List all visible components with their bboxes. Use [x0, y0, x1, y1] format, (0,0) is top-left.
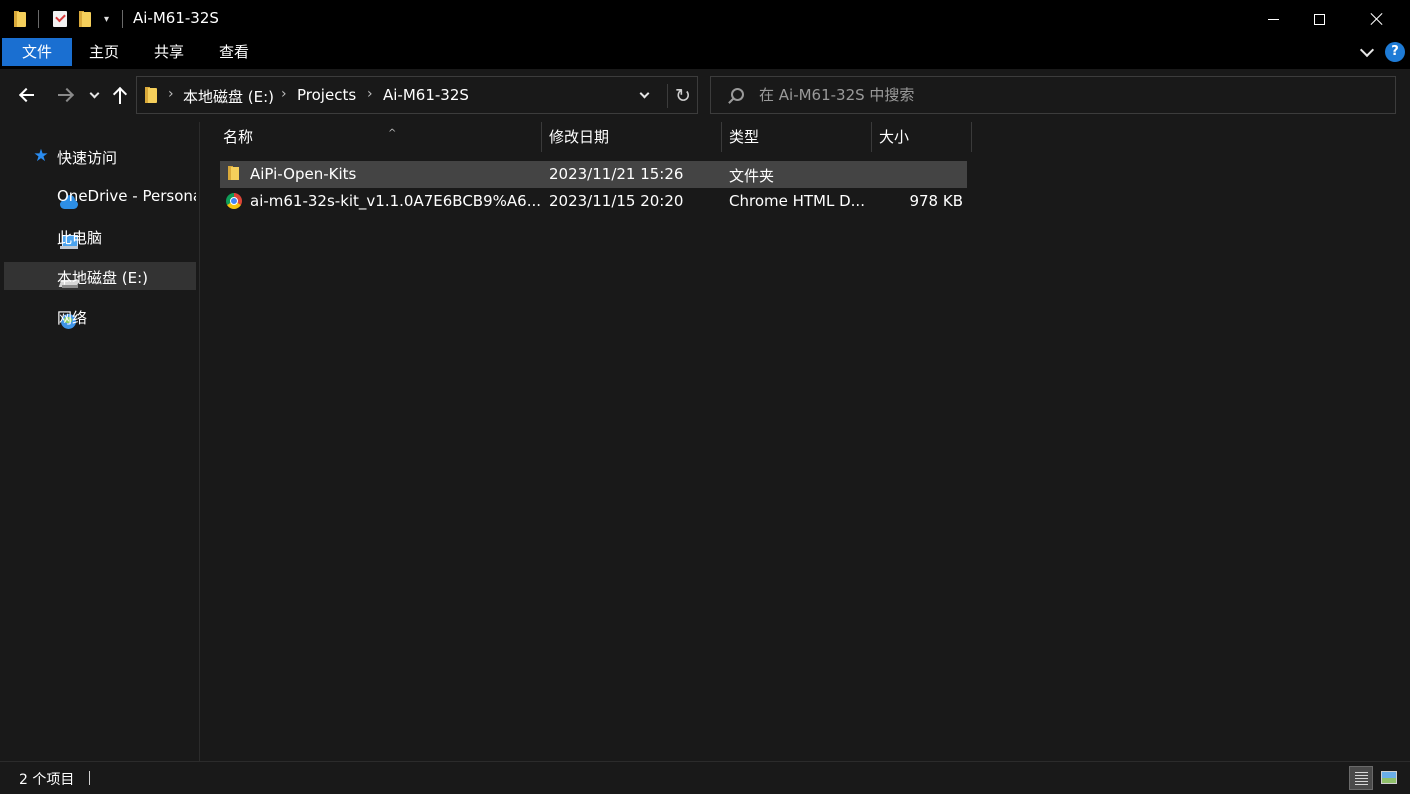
- close-button[interactable]: [1354, 0, 1400, 38]
- chevron-down-icon: [89, 88, 99, 98]
- file-name: ai-m61-32s-kit_v1.1.0A7E6BCB9%A6...: [250, 192, 541, 210]
- up-arrow-icon: [113, 86, 127, 104]
- sidebar-item-label: 快速访问: [57, 149, 118, 167]
- quick-access-dropdown-icon[interactable]: ▾: [104, 8, 109, 30]
- large-icons-view-icon: [1381, 771, 1397, 784]
- column-header-size[interactable]: 大小: [872, 122, 971, 152]
- breadcrumb-projects[interactable]: Projects: [297, 86, 356, 104]
- column-header-modified[interactable]: 修改日期: [542, 122, 721, 152]
- minimize-button[interactable]: [1250, 0, 1296, 38]
- maximize-icon: [1313, 13, 1325, 25]
- sidebar-item-local-disk-e[interactable]: 本地磁盘 (E:): [4, 262, 196, 290]
- breadcrumb-drive[interactable]: 本地磁盘 (E:): [183, 86, 274, 107]
- column-header-name[interactable]: 名称 ^: [216, 122, 541, 152]
- sidebar-item-label: 本地磁盘 (E:): [57, 269, 149, 287]
- sort-ascending-icon: ^: [388, 128, 397, 139]
- properties-icon[interactable]: [53, 8, 67, 30]
- column-header-type[interactable]: 类型: [722, 122, 871, 152]
- chrome-icon: [226, 193, 242, 209]
- search-box[interactable]: [710, 76, 1396, 114]
- recent-locations-button[interactable]: [86, 83, 102, 107]
- address-folder-icon: [145, 87, 159, 103]
- help-button[interactable]: ?: [1385, 38, 1405, 66]
- column-divider[interactable]: [971, 122, 972, 152]
- quick-access-folder-icon[interactable]: [14, 8, 28, 30]
- folder-icon: [226, 166, 242, 182]
- tab-home[interactable]: 主页: [80, 38, 128, 66]
- breadcrumb-separator: ›: [281, 86, 287, 102]
- details-view-button[interactable]: [1349, 766, 1373, 790]
- expand-ribbon-button[interactable]: [1359, 38, 1375, 66]
- back-button[interactable]: [16, 83, 38, 107]
- address-bar[interactable]: › 本地磁盘 (E:) › Projects › Ai-M61-32S ↻: [136, 76, 698, 114]
- table-row[interactable]: AiPi-Open-Kits 2023/11/21 15:26 文件夹: [220, 161, 967, 188]
- sidebar-item-label: OneDrive - Personal: [57, 187, 196, 205]
- sidebar-item-network[interactable]: 网络: [4, 302, 196, 330]
- search-icon: [731, 88, 744, 101]
- table-row[interactable]: ai-m61-32s-kit_v1.1.0A7E6BCB9%A6... 2023…: [220, 188, 967, 215]
- chevron-down-icon: [639, 88, 649, 98]
- breadcrumb-separator: ›: [367, 86, 373, 102]
- address-history-button[interactable]: [634, 85, 654, 105]
- file-name: AiPi-Open-Kits: [250, 165, 357, 183]
- close-icon: [1370, 12, 1384, 26]
- item-count: 2 个项目: [19, 772, 75, 788]
- chevron-down-icon: [1359, 42, 1375, 57]
- quick-access-separator: [38, 10, 39, 28]
- file-type: 文件夹: [729, 167, 775, 185]
- file-modified: 2023/11/15 20:20: [549, 192, 684, 210]
- sidebar-item-label: 此电脑: [57, 229, 103, 247]
- status-separator: [89, 771, 90, 785]
- search-input[interactable]: [759, 77, 1379, 113]
- forward-arrow-icon: [57, 89, 73, 101]
- minimize-icon: [1267, 18, 1279, 20]
- new-folder-icon[interactable]: [79, 8, 93, 30]
- breadcrumb-current[interactable]: Ai-M61-32S: [383, 86, 469, 104]
- star-icon: ★: [33, 146, 49, 166]
- large-icons-view-button[interactable]: [1377, 766, 1401, 790]
- maximize-button[interactable]: [1296, 0, 1342, 38]
- title-separator: [122, 10, 123, 28]
- file-size: 978 KB: [909, 192, 963, 210]
- file-list: 名称 ^ 修改日期 类型 大小 AiPi-Open-Kits 2023/11/2…: [201, 122, 1410, 761]
- title-bar: ▾ Ai-M61-32S: [0, 0, 1410, 38]
- up-button[interactable]: [111, 83, 129, 107]
- status-bar: 2 个项目: [0, 761, 1410, 794]
- details-view-icon: [1355, 772, 1368, 785]
- breadcrumb-separator: ›: [168, 86, 174, 102]
- navigation-bar: › 本地磁盘 (E:) › Projects › Ai-M61-32S ↻: [0, 69, 1410, 122]
- sidebar-item-onedrive[interactable]: OneDrive - Personal: [4, 182, 196, 210]
- navigation-pane: ★ 快速访问 OneDrive - Personal 此电脑 本地磁盘 (E:)…: [0, 122, 200, 761]
- file-modified: 2023/11/21 15:26: [549, 165, 684, 183]
- back-arrow-icon: [19, 89, 35, 101]
- tab-view[interactable]: 查看: [210, 38, 258, 66]
- sidebar-item-this-pc[interactable]: 此电脑: [4, 222, 196, 250]
- refresh-button[interactable]: ↻: [667, 84, 698, 108]
- sidebar-item-quick-access[interactable]: ★ 快速访问: [4, 142, 196, 170]
- ribbon: 文件 主页 共享 查看 ?: [0, 38, 1410, 69]
- column-header-label: 名称: [223, 128, 254, 146]
- sidebar-item-label: 网络: [57, 309, 88, 327]
- file-type: Chrome HTML D...: [729, 192, 865, 210]
- help-icon: ?: [1385, 42, 1405, 62]
- tab-file[interactable]: 文件: [2, 38, 72, 66]
- window-title: Ai-M61-32S: [133, 9, 219, 27]
- forward-button[interactable]: [54, 83, 76, 107]
- tab-share[interactable]: 共享: [145, 38, 193, 66]
